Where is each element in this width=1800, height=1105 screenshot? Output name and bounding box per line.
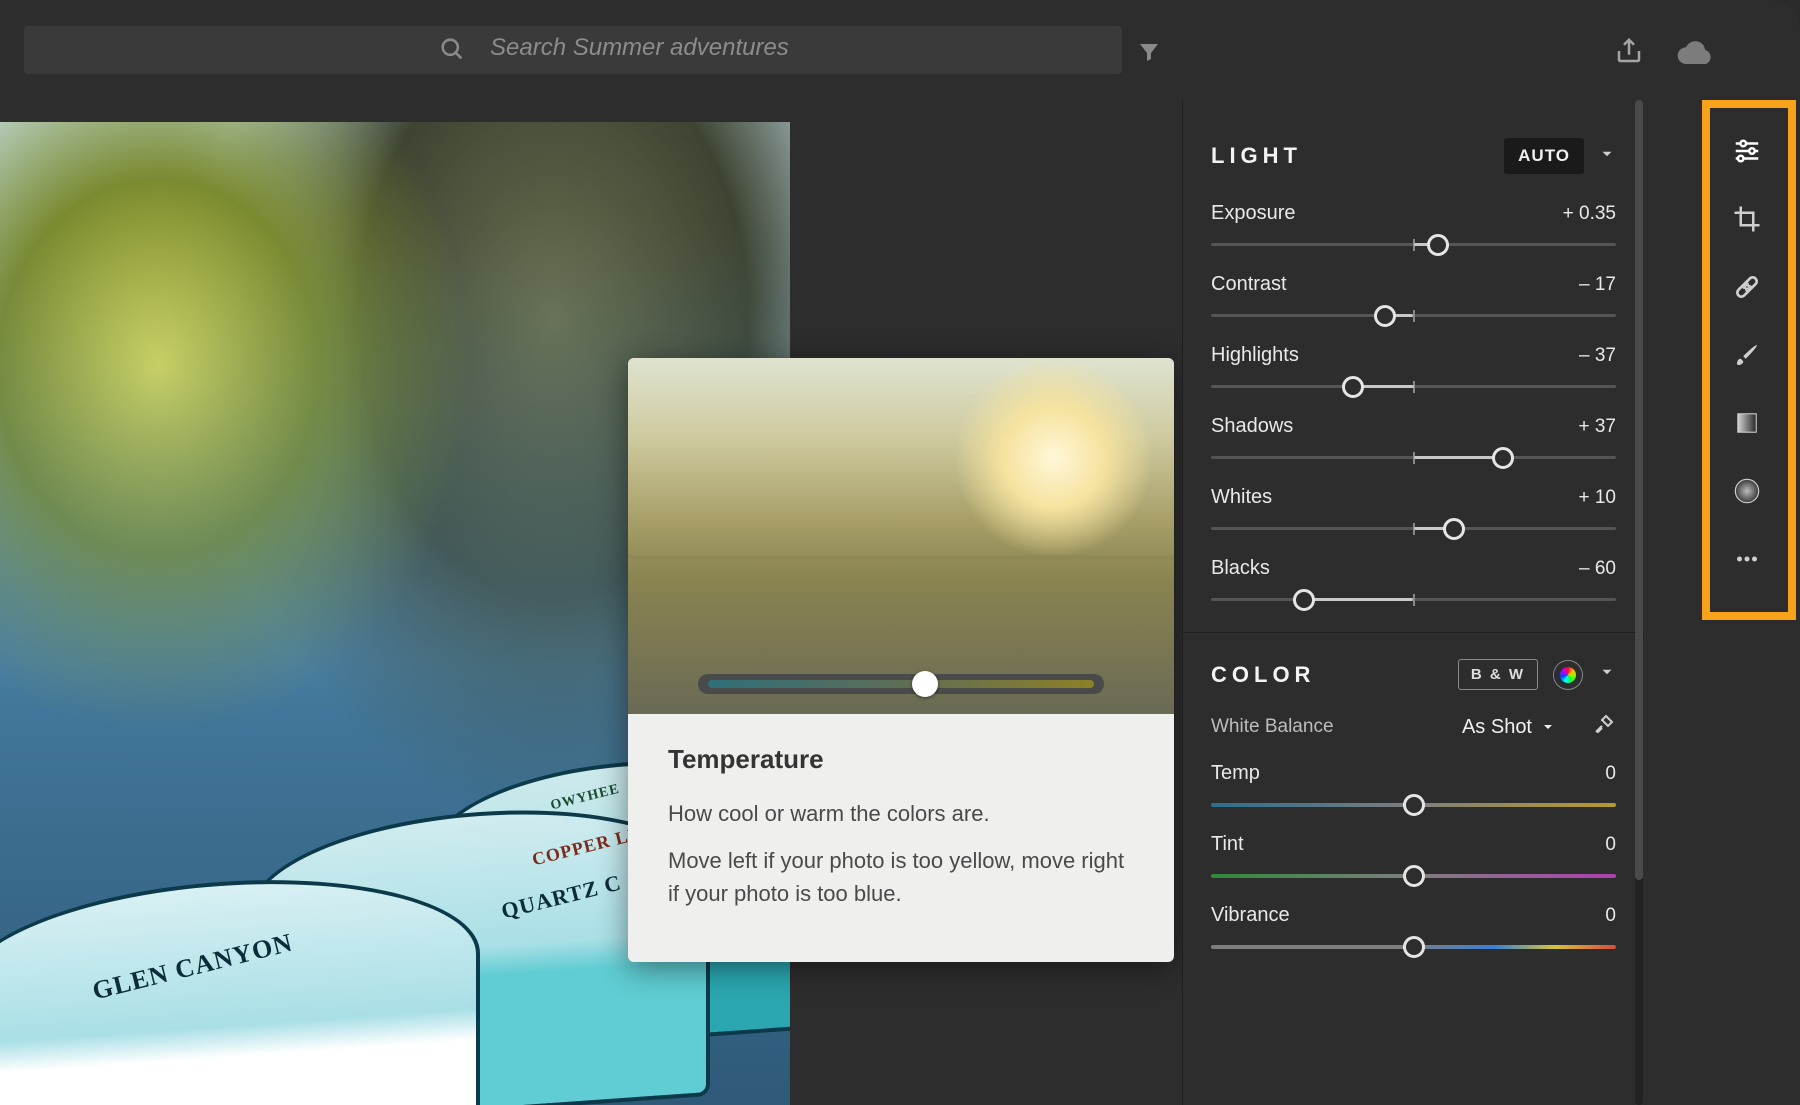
edit-panel: LIGHT AUTO Exposure + 0.35 Contrast – 17 Hig… xyxy=(1182,100,1644,1105)
slider-label: Tint xyxy=(1211,833,1244,856)
share-icon[interactable] xyxy=(1614,36,1644,71)
crop-icon[interactable] xyxy=(1730,202,1764,236)
slider-thumb[interactable] xyxy=(1403,936,1425,958)
slider-label: Temp xyxy=(1211,762,1260,785)
slider-track[interactable] xyxy=(1211,935,1616,959)
tooltip-body: Temperature How cool or warm the colors … xyxy=(628,714,1174,962)
slider-value: + 37 xyxy=(1578,416,1616,438)
slider-track[interactable] xyxy=(1211,793,1616,817)
tooltip-text: Move left if your photo is too yellow, m… xyxy=(668,844,1134,910)
tool-strip xyxy=(1704,100,1790,620)
white-balance-label: White Balance xyxy=(1211,716,1334,738)
slider-row-whites: Whites + 10 xyxy=(1211,486,1616,541)
slider-row-shadows: Shadows + 37 xyxy=(1211,415,1616,470)
slider-thumb[interactable] xyxy=(1492,447,1514,469)
tooltip-slider[interactable] xyxy=(698,670,1104,696)
slider-label: Vibrance xyxy=(1211,904,1290,927)
panel-scrollbar[interactable] xyxy=(1634,100,1644,1105)
slider-thumb[interactable] xyxy=(1374,305,1396,327)
slider-track[interactable] xyxy=(1211,233,1616,257)
slider-row-highlights: Highlights – 37 xyxy=(1211,344,1616,399)
slider-row-tint: Tint 0 xyxy=(1211,833,1616,888)
color-section-header[interactable]: COLOR B & W xyxy=(1211,659,1616,690)
top-bar: Search Summer adventures xyxy=(0,0,1800,98)
slider-value: 0 xyxy=(1605,905,1616,927)
linear-gradient-icon[interactable] xyxy=(1730,406,1764,440)
white-balance-dropdown[interactable]: As Shot xyxy=(1462,716,1556,739)
app-window: Search Summer adventures OWYHEE COPPER L… xyxy=(0,0,1800,1105)
slider-thumb[interactable] xyxy=(1293,589,1315,611)
section-title: LIGHT xyxy=(1211,143,1302,169)
slider-thumb[interactable] xyxy=(1443,518,1465,540)
search-placeholder: Search Summer adventures xyxy=(490,34,789,62)
slider-label: Whites xyxy=(1211,486,1272,509)
section-title: COLOR xyxy=(1211,662,1315,688)
eyedropper-icon[interactable] xyxy=(1592,712,1616,742)
slider-value: 0 xyxy=(1605,834,1616,856)
cloud-icon[interactable] xyxy=(1676,34,1716,79)
tooltip-preview-image xyxy=(628,358,1174,714)
slider-track[interactable] xyxy=(1211,375,1616,399)
filter-icon[interactable] xyxy=(1137,40,1161,69)
slider-label: Highlights xyxy=(1211,344,1299,367)
slider-track[interactable] xyxy=(1211,446,1616,470)
slider-thumb[interactable] xyxy=(1427,234,1449,256)
color-mixer-icon[interactable] xyxy=(1554,661,1582,689)
edit-sliders-icon[interactable] xyxy=(1730,134,1764,168)
slider-row-temp: Temp 0 xyxy=(1211,762,1616,817)
slider-track[interactable] xyxy=(1211,588,1616,612)
slider-value: – 17 xyxy=(1579,274,1616,296)
slider-label: Shadows xyxy=(1211,415,1293,438)
chevron-down-icon[interactable] xyxy=(1598,145,1616,168)
chevron-down-icon[interactable] xyxy=(1598,663,1616,686)
slider-value: – 60 xyxy=(1579,558,1616,580)
slider-label: Exposure xyxy=(1211,202,1296,225)
slider-track[interactable] xyxy=(1211,517,1616,541)
bw-toggle[interactable]: B & W xyxy=(1458,659,1538,690)
tooltip-title: Temperature xyxy=(668,744,1134,775)
slider-label: Contrast xyxy=(1211,273,1287,296)
search-icon xyxy=(438,35,466,68)
slider-row-blacks: Blacks – 60 xyxy=(1211,557,1616,612)
slider-track[interactable] xyxy=(1211,304,1616,328)
slider-label: Blacks xyxy=(1211,557,1270,580)
section-divider xyxy=(1183,632,1644,633)
slider-value: + 0.35 xyxy=(1563,203,1616,225)
tooltip-text: How cool or warm the colors are. xyxy=(668,797,1134,830)
more-icon[interactable] xyxy=(1730,542,1764,576)
slider-value: – 37 xyxy=(1579,345,1616,367)
slider-thumb[interactable] xyxy=(1342,376,1364,398)
radial-gradient-icon[interactable] xyxy=(1730,474,1764,508)
healing-bandage-icon[interactable] xyxy=(1730,270,1764,304)
help-tooltip: Temperature How cool or warm the colors … xyxy=(628,358,1174,962)
tooltip-slider-thumb[interactable] xyxy=(912,671,938,697)
slider-row-contrast: Contrast – 17 xyxy=(1211,273,1616,328)
auto-button[interactable]: AUTO xyxy=(1504,138,1584,174)
brush-icon[interactable] xyxy=(1730,338,1764,372)
chevron-down-icon xyxy=(1540,719,1556,735)
light-section-header[interactable]: LIGHT AUTO xyxy=(1211,138,1616,174)
slider-thumb[interactable] xyxy=(1403,865,1425,887)
slider-value: + 10 xyxy=(1578,487,1616,509)
slider-value: 0 xyxy=(1605,763,1616,785)
slider-track[interactable] xyxy=(1211,864,1616,888)
slider-row-vibrance: Vibrance 0 xyxy=(1211,904,1616,959)
slider-row-exposure: Exposure + 0.35 xyxy=(1211,202,1616,257)
slider-thumb[interactable] xyxy=(1403,794,1425,816)
white-balance-row: White Balance As Shot xyxy=(1211,712,1616,742)
